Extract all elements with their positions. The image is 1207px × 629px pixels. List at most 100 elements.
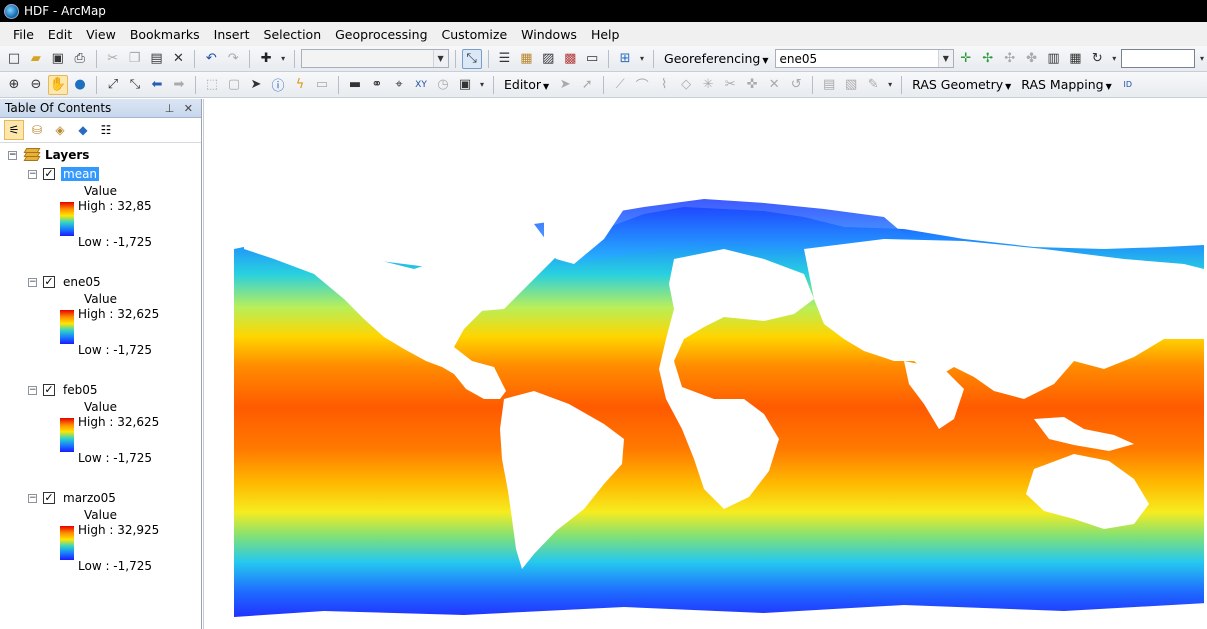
select-elements-arrow-icon[interactable]: ➤ [246, 75, 266, 95]
link-table-icon[interactable]: ▥ [1044, 49, 1064, 69]
time-slider-icon[interactable]: ◷ [433, 75, 453, 95]
ras-mapping-menu[interactable]: RAS Mapping ▼ [1017, 77, 1115, 92]
model-builder-icon[interactable]: ⊞ [615, 49, 635, 69]
collapse-icon[interactable]: − [28, 385, 37, 395]
attributes-icon[interactable]: ▤ [819, 75, 839, 95]
menu-file[interactable]: File [6, 25, 41, 44]
html-popup-icon[interactable]: ▭ [312, 75, 332, 95]
toolbar-options-icon[interactable]: ▾ [637, 49, 647, 69]
catalog-icon[interactable]: ▦ [516, 49, 536, 69]
layer-name[interactable]: feb05 [61, 383, 100, 397]
ras-geometry-menu[interactable]: RAS Geometry ▼ [908, 77, 1015, 92]
straight-segment-icon[interactable]: ⟋ [610, 75, 630, 95]
list-by-drawing-order-icon[interactable]: ⚟ [4, 120, 24, 140]
edit-vertices-icon[interactable]: ◇ [676, 75, 696, 95]
cut-icon[interactable]: ✂ [103, 49, 123, 69]
shift-icon[interactable]: ✤ [1022, 49, 1042, 69]
search-window-icon[interactable]: ▨ [538, 49, 558, 69]
map-display[interactable] [203, 99, 1207, 629]
chevron-down-icon[interactable]: ▾ [1109, 49, 1119, 69]
edit-tool-icon[interactable]: ➤ [555, 75, 575, 95]
fixed-zoom-in-icon[interactable]: ⤢ [103, 75, 123, 95]
go-to-xy-icon[interactable]: XY [411, 75, 431, 95]
create-features-icon[interactable]: ✎ [863, 75, 883, 95]
add-data-dropdown-icon[interactable]: ▾ [278, 49, 288, 69]
create-viewer-window-icon[interactable]: ▣ [455, 75, 475, 95]
layer-name[interactable]: marzo05 [61, 491, 118, 505]
end-point-arc-icon[interactable]: ⌒ [632, 75, 652, 95]
redo-icon[interactable]: ↷ [223, 49, 243, 69]
menu-view[interactable]: View [79, 25, 123, 44]
rotate-dropdown-icon[interactable]: ↻ [1087, 49, 1107, 69]
georeferencing-menu[interactable]: Georeferencing ▼ [660, 51, 773, 66]
clear-selection-icon[interactable]: ▢ [224, 75, 244, 95]
python-window-icon[interactable]: ▭ [582, 49, 602, 69]
viewer-icon[interactable]: ▦ [1065, 49, 1085, 69]
new-document-icon[interactable]: □ [4, 49, 24, 69]
pan-hand-icon[interactable]: ✋ [48, 74, 68, 95]
full-extent-globe-icon[interactable]: ● [70, 75, 90, 95]
toolbar-options-icon[interactable]: ▾ [477, 75, 487, 95]
list-by-selection-icon[interactable]: ◆ [73, 120, 93, 140]
layer-visibility-checkbox[interactable]: ✓ [43, 276, 55, 288]
menu-selection[interactable]: Selection [257, 25, 329, 44]
split-icon[interactable]: ✜ [742, 75, 762, 95]
layers-data-frame[interactable]: − Layers [8, 148, 89, 162]
zoom-out-icon[interactable]: ⊖ [26, 75, 46, 95]
sketch-properties-icon[interactable]: ▧ [841, 75, 861, 95]
zoom-in-icon[interactable]: ⊕ [4, 75, 24, 95]
trace-icon[interactable]: ⌇ [654, 75, 674, 95]
rotate-icon[interactable]: ✣ [1000, 49, 1020, 69]
add-control-points-icon[interactable]: ✛ [956, 49, 976, 69]
menu-customize[interactable]: Customize [435, 25, 515, 44]
layer-name[interactable]: ene05 [61, 275, 103, 289]
layer-visibility-checkbox[interactable]: ✓ [43, 168, 55, 180]
toc-options-icon[interactable]: ☷ [96, 120, 116, 140]
hyperlink-icon[interactable]: ϟ [290, 75, 310, 95]
list-by-source-icon[interactable]: ⛁ [27, 120, 47, 140]
toolbar-options-icon[interactable]: ▾ [1197, 49, 1207, 69]
add-data-icon[interactable]: ✚ [256, 49, 276, 69]
forward-arrow-icon[interactable]: ➡ [169, 75, 189, 95]
rotation-input[interactable] [1121, 49, 1196, 68]
collapse-icon[interactable]: − [28, 277, 37, 287]
layer-name[interactable]: mean [61, 167, 100, 181]
toolbar-options-icon[interactable]: ▾ [885, 75, 895, 95]
list-by-visibility-icon[interactable]: ◈ [50, 120, 70, 140]
editor-menu[interactable]: Editor ▼ [500, 77, 553, 92]
menu-insert[interactable]: Insert [207, 25, 257, 44]
collapse-icon[interactable]: − [8, 150, 17, 160]
georeferencing-layer-combo[interactable]: ene05 ▼ [774, 49, 954, 68]
collapse-icon[interactable]: − [28, 169, 37, 179]
auto-registration-icon[interactable]: ✢ [978, 49, 998, 69]
menu-help[interactable]: Help [584, 25, 627, 44]
map-scale-combo[interactable]: ▼ [301, 49, 449, 68]
edit-annotation-icon[interactable]: ➚ [577, 75, 597, 95]
cut-polygons-icon[interactable]: ✂ [720, 75, 740, 95]
menu-edit[interactable]: Edit [41, 25, 79, 44]
layer-visibility-checkbox[interactable]: ✓ [43, 492, 55, 504]
menu-bookmarks[interactable]: Bookmarks [123, 25, 207, 44]
select-features-icon[interactable]: ⬚ [202, 75, 222, 95]
save-icon[interactable]: ▣ [48, 49, 68, 69]
reshape-icon[interactable]: ✳ [698, 75, 718, 95]
fixed-zoom-out-icon[interactable]: ⤡ [125, 75, 145, 95]
identify-icon[interactable]: ⓘ [268, 75, 288, 95]
delete-icon[interactable]: ✕ [168, 49, 188, 69]
rotate-feature-icon[interactable]: ✕ [764, 75, 784, 95]
copy-icon[interactable]: ❐ [125, 49, 145, 69]
menu-geoprocessing[interactable]: Geoprocessing [328, 25, 434, 44]
find-route-icon[interactable]: ⌖ [389, 75, 409, 95]
arctoolbox-icon[interactable]: ▩ [560, 49, 580, 69]
layer-visibility-checkbox[interactable]: ✓ [43, 384, 55, 396]
print-icon[interactable]: ⎙ [70, 49, 90, 69]
open-folder-icon[interactable]: ▰ [26, 49, 46, 69]
find-binoculars-icon[interactable]: ⚭ [367, 75, 387, 95]
pin-close-icon[interactable]: ⊥ ✕ [165, 102, 196, 115]
back-arrow-icon[interactable]: ⬅ [147, 75, 167, 95]
menu-windows[interactable]: Windows [514, 25, 584, 44]
rotate-tool-icon[interactable]: ↺ [786, 75, 806, 95]
measure-icon[interactable]: ▬ [345, 75, 365, 95]
editor-toolbar-icon[interactable]: ⤡ [461, 48, 482, 69]
paste-icon[interactable]: ▤ [147, 49, 167, 69]
